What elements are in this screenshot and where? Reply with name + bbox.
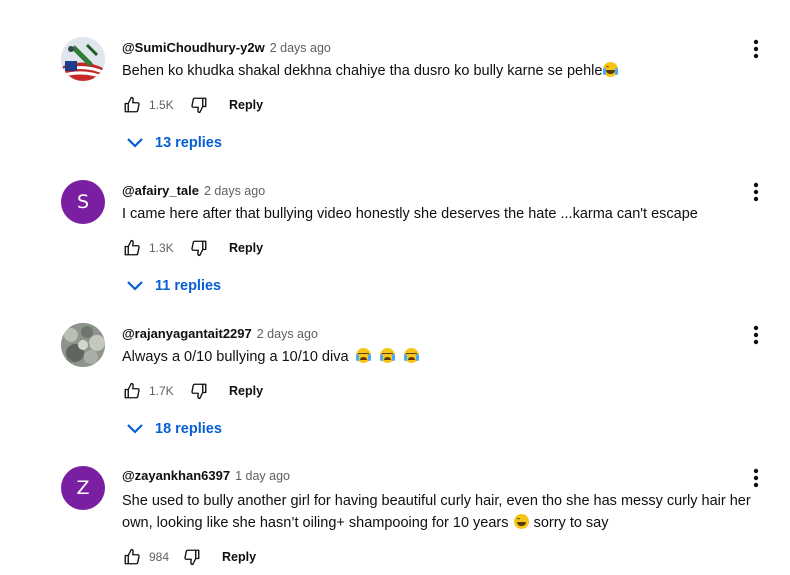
comment-menu-button[interactable]	[744, 37, 768, 61]
like-button[interactable]	[122, 547, 142, 567]
dislike-button[interactable]	[189, 381, 209, 401]
comment-text-content: Behen ko khudka shakal dekhna chahiye th…	[122, 63, 603, 79]
comment-time[interactable]: 1 day ago	[235, 469, 290, 483]
comment-time[interactable]: 2 days ago	[257, 327, 318, 341]
more-vertical-icon	[753, 39, 759, 59]
thumbs-down-icon	[191, 240, 207, 257]
like-button[interactable]	[122, 95, 142, 115]
comment-header: @rajanyagantait2297 2 days ago	[122, 326, 318, 344]
more-vertical-icon	[753, 468, 759, 488]
chevron-down-icon	[124, 275, 146, 297]
more-vertical-icon	[753, 182, 759, 202]
comment-author[interactable]: @SumiChoudhury-y2w	[122, 40, 265, 55]
replies-count: 13 replies	[155, 135, 222, 151]
comment-menu-button[interactable]	[744, 323, 768, 347]
avatar[interactable]	[61, 37, 105, 81]
comment-actions: 1.3K Reply	[122, 236, 263, 260]
comment-header: @SumiChoudhury-y2w 2 days ago	[122, 40, 331, 58]
avatar-letter: S	[76, 191, 90, 213]
comment-text-content: sorry to say	[533, 515, 609, 531]
like-count: 984	[149, 550, 170, 564]
loudly-crying-face-icon	[403, 348, 419, 363]
thumbs-up-icon	[124, 548, 140, 565]
view-replies-button[interactable]: 11 replies	[124, 274, 221, 298]
loudly-crying-face-icon	[379, 348, 395, 363]
grinning-face-with-sweat-icon	[513, 514, 529, 529]
comment-text-content: She used to bully another girl for havin…	[122, 493, 751, 531]
comment-author[interactable]: @afairy_tale	[122, 183, 199, 198]
comment-actions: 984 Reply	[122, 545, 256, 569]
comment-actions: 1.7K Reply	[122, 379, 263, 403]
dislike-button[interactable]	[182, 547, 202, 567]
thumbs-down-icon	[191, 383, 207, 400]
thumbs-down-icon	[191, 97, 207, 114]
comment-author[interactable]: @zayankhan6397	[122, 468, 230, 483]
like-button[interactable]	[122, 381, 142, 401]
face-with-tears-of-joy-icon	[603, 62, 619, 77]
thumbs-up-icon	[124, 382, 140, 399]
comment-text: She used to bully another girl for havin…	[122, 490, 767, 534]
chevron-down-icon	[124, 418, 146, 440]
loudly-crying-face-icon	[355, 348, 371, 363]
comment-header: @afairy_tale 2 days ago	[122, 183, 265, 201]
dislike-button[interactable]	[189, 95, 209, 115]
avatar-letter: Z	[76, 477, 90, 499]
like-count: 1.3K	[149, 241, 174, 255]
comment-actions: 1.5K Reply	[122, 93, 263, 117]
comment-author[interactable]: @rajanyagantait2297	[122, 326, 252, 341]
comment-menu-button[interactable]	[744, 466, 768, 490]
comment-time[interactable]: 2 days ago	[270, 41, 331, 55]
reply-button[interactable]: Reply	[222, 550, 256, 564]
comment-text: Behen ko khudka shakal dekhna chahiye th…	[122, 60, 767, 82]
chevron-down-icon	[124, 132, 146, 154]
view-replies-button[interactable]: 13 replies	[124, 131, 222, 155]
dislike-button[interactable]	[189, 238, 209, 258]
comment-text-content: I came here after that bullying video ho…	[122, 206, 698, 222]
comment-text: Always a 0/10 bullying a 10/10 diva	[122, 346, 767, 368]
like-count: 1.5K	[149, 98, 174, 112]
view-replies-button[interactable]: 18 replies	[124, 417, 222, 441]
avatar[interactable]	[61, 323, 105, 367]
thumbs-up-icon	[124, 239, 140, 256]
comment-time[interactable]: 2 days ago	[204, 184, 265, 198]
comment-header: @zayankhan6397 1 day ago	[122, 468, 290, 486]
like-count: 1.7K	[149, 384, 174, 398]
comment-text-content: Always a 0/10 bullying a 10/10 diva	[122, 349, 349, 365]
like-button[interactable]	[122, 238, 142, 258]
avatar[interactable]: S	[61, 180, 105, 224]
thumbs-down-icon	[184, 549, 200, 566]
more-vertical-icon	[753, 325, 759, 345]
avatar[interactable]: Z	[61, 466, 105, 510]
replies-count: 11 replies	[155, 278, 222, 294]
thumbs-up-icon	[124, 96, 140, 113]
reply-button[interactable]: Reply	[229, 241, 263, 255]
reply-button[interactable]: Reply	[229, 98, 263, 112]
comment-menu-button[interactable]	[744, 180, 768, 204]
comment-text: I came here after that bullying video ho…	[122, 203, 767, 225]
reply-button[interactable]: Reply	[229, 384, 263, 398]
replies-count: 18 replies	[155, 421, 222, 437]
